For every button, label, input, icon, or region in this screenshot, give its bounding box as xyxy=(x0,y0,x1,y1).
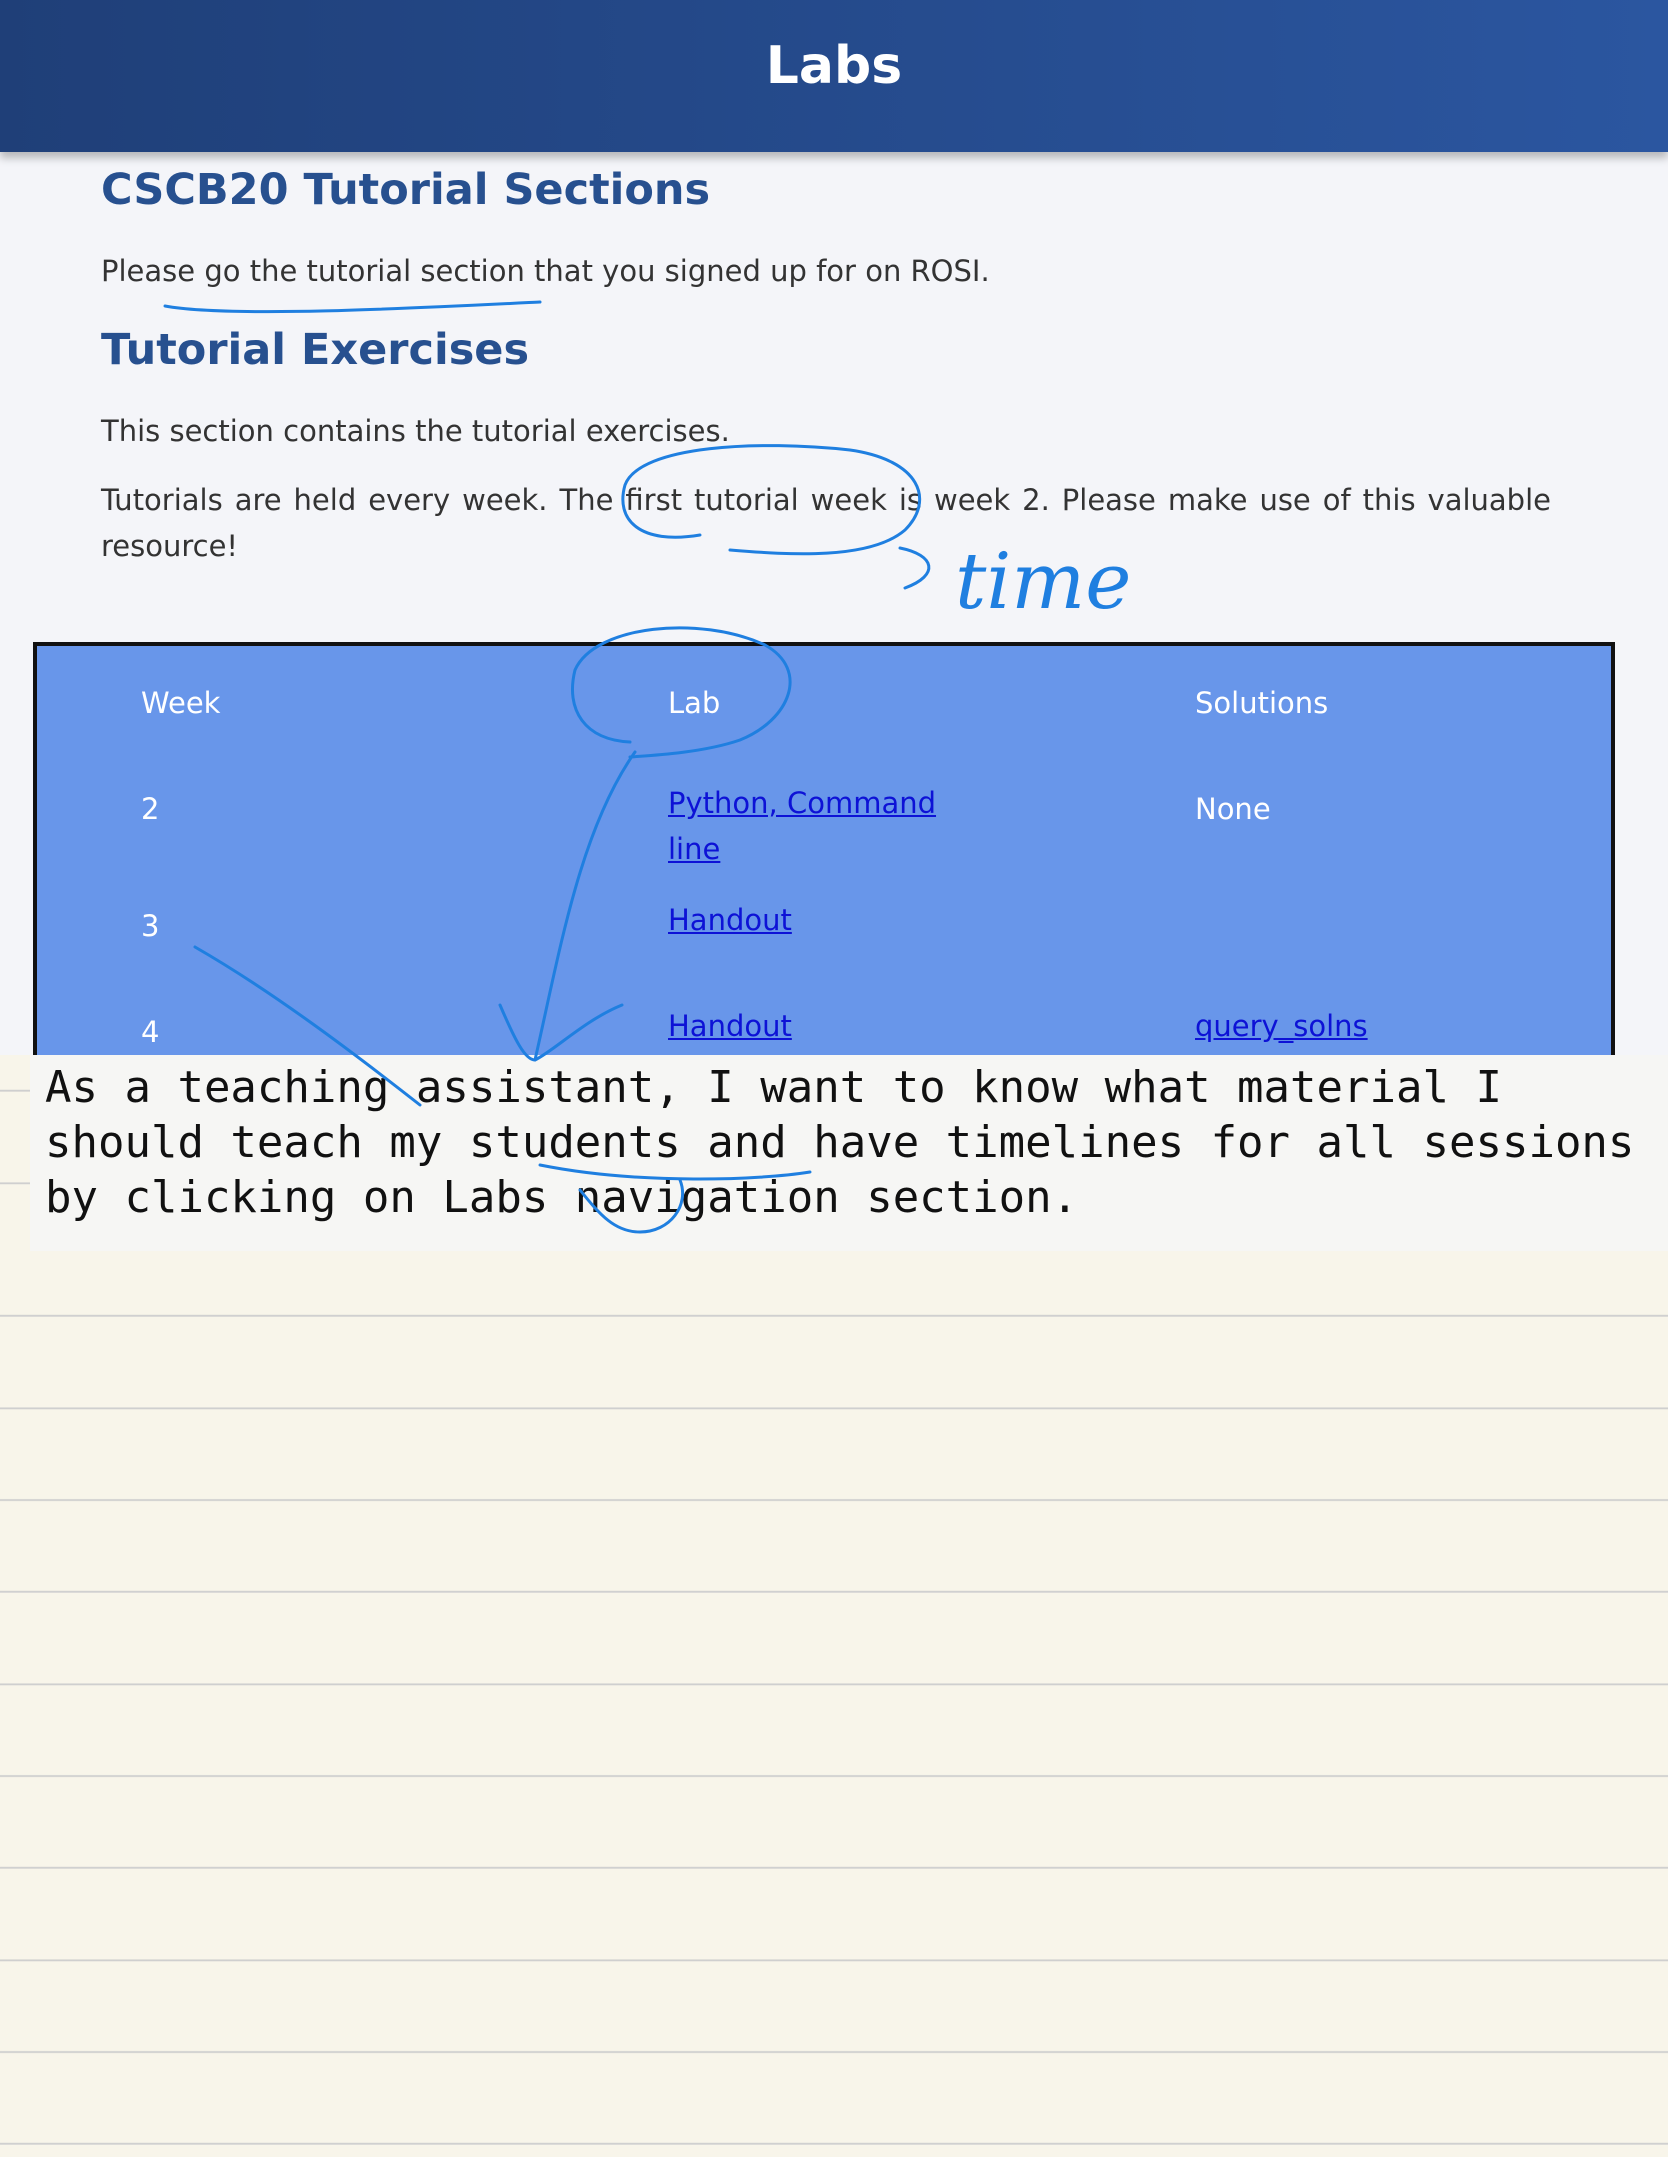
lab-link-handout[interactable]: Handout xyxy=(668,1009,792,1043)
page-header-bar: Labs xyxy=(0,0,1668,152)
tutorial-exercises-text: This section contains the tutorial exerc… xyxy=(101,414,730,448)
user-story-note[interactable]: As a teaching assistant, I want to know … xyxy=(45,1060,1665,1225)
table-cell-week: 3 xyxy=(141,909,160,943)
solutions-link-query-solns[interactable]: query_solns xyxy=(1195,1009,1368,1043)
lab-link-python-command-line[interactable]: Python, Command line xyxy=(668,786,936,866)
table-header-lab: Lab xyxy=(668,686,721,720)
table-cell-lab: Handout xyxy=(668,1003,792,1049)
table-cell-solutions: query_solns xyxy=(1195,1003,1368,1049)
page-title: Labs xyxy=(765,36,903,96)
table-header-solutions: Solutions xyxy=(1195,686,1329,720)
tutorial-sections-heading: CSCB20 Tutorial Sections xyxy=(101,165,711,215)
table-cell-week: 4 xyxy=(141,1015,160,1049)
table-cell-lab: Python, Command line xyxy=(668,780,958,872)
table-cell-week: 2 xyxy=(141,792,160,826)
table-cell-lab: Handout xyxy=(668,897,792,943)
webpage-screenshot: Labs CSCB20 Tutorial Sections Please go … xyxy=(0,0,1668,1055)
tutorial-schedule-text: Tutorials are held every week. The first… xyxy=(101,483,1551,563)
table-cell-solutions: None xyxy=(1195,792,1271,826)
tutorial-sections-text: Please go the tutorial section that you … xyxy=(101,254,990,288)
tutorial-exercises-heading: Tutorial Exercises xyxy=(101,325,530,375)
labs-table: Week Lab Solutions 2 Python, Command lin… xyxy=(33,642,1615,1055)
table-header-week: Week xyxy=(141,686,221,720)
lab-link-handout[interactable]: Handout xyxy=(668,903,792,937)
